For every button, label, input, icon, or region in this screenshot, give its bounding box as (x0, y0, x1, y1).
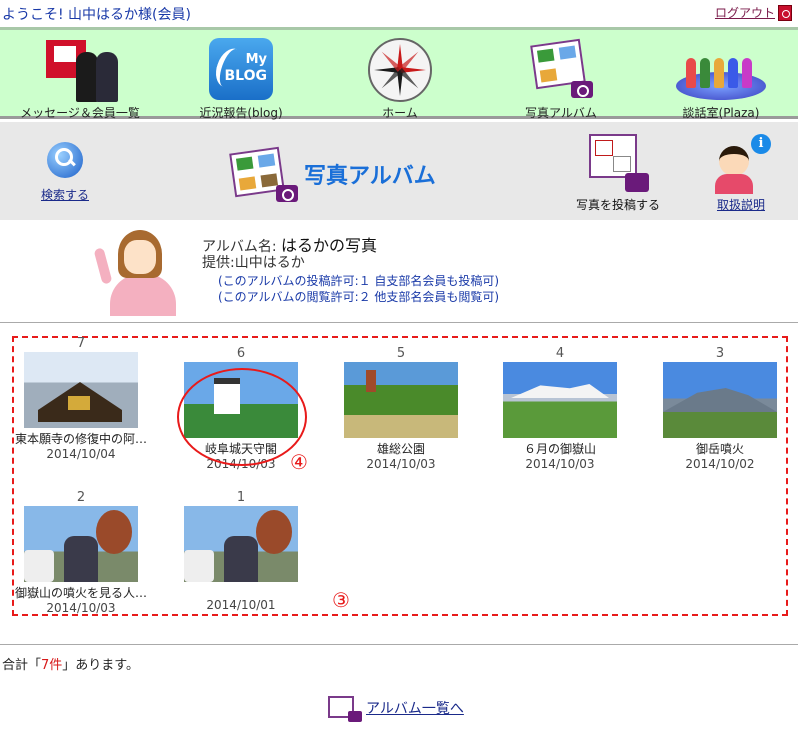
nav-label-home: ホーム (382, 106, 418, 120)
photo-item-5[interactable]: 5 雄総公園 2014/10/03 (326, 346, 476, 471)
album-toolbar: 検索する 写真アルバム 写真を投稿する i 取扱説明 (0, 122, 798, 220)
photo-date: 2014/10/03 (46, 601, 116, 615)
help-guide-icon: i (711, 134, 771, 194)
view-permission: (このアルバムの閲覧許可:２ 他支部名会員も閲覧可) (218, 290, 500, 304)
album-provider: 提供:山中はるか (202, 255, 305, 271)
annotation-mark-3: ③ (332, 588, 350, 612)
photo-date: 2014/10/02 (685, 457, 755, 471)
nav-label-plaza: 談話室(Plaza) (682, 106, 760, 120)
divider (0, 644, 798, 645)
total-suffix: 」あります。 (62, 658, 139, 673)
nav-item-messages[interactable]: メッセージ＆会員一覧 (5, 30, 155, 120)
album-list-label: アルバム一覧へ (366, 701, 464, 717)
photo-caption: 御嶽山の噴火を見る人… (14, 586, 147, 600)
search-button[interactable]: 検索する (30, 142, 100, 203)
welcome-message: ようこそ! 山中はるか様(会員) (2, 7, 191, 23)
photo-number: 3 (715, 346, 725, 361)
photo-item-2[interactable]: 2 御嶽山の噴火を見る人… 2014/10/03 (6, 490, 156, 615)
search-icon (47, 142, 83, 178)
logout-link[interactable]: ログアウト (715, 4, 792, 21)
photo-number: 4 (555, 346, 565, 361)
nav-item-photo-album[interactable]: 写真アルバム (486, 30, 636, 120)
info-icon: i (751, 134, 771, 154)
photo-number: 1 (236, 490, 246, 505)
photo-date: 2014/10/03 (366, 457, 436, 471)
blog-icon-line2: BLOG (224, 68, 268, 84)
guide-woman-icon (93, 226, 186, 316)
photo-number: 5 (396, 346, 406, 361)
photo-caption: 東本願寺の修復中の阿… (14, 432, 147, 446)
page-title: 写真アルバム (304, 164, 436, 189)
photo-number: 7 (76, 336, 86, 351)
photo-caption: 御岳噴火 (695, 442, 744, 456)
photo-date: 2014/10/04 (46, 447, 116, 461)
annotation-mark-4: ④ (290, 450, 308, 474)
photo-album-icon (529, 38, 593, 98)
nav-label-messages: メッセージ＆会員一覧 (20, 106, 140, 120)
photo-date: 2014/10/03 (525, 457, 595, 471)
highlight-circle (177, 368, 307, 466)
total-prefix: 合計「 (2, 658, 42, 673)
photo-number: 6 (236, 346, 246, 361)
help-label: 取扱説明 (716, 198, 765, 212)
nav-label-photo-album: 写真アルバム (525, 106, 597, 120)
total-count: 合計「7件」あります。 (2, 654, 139, 673)
nav-item-blog[interactable]: My BLOG 近況報告(blog) (166, 30, 316, 120)
nav-label-blog: 近況報告(blog) (199, 106, 283, 120)
photo-thumbnail[interactable] (24, 506, 138, 582)
photo-caption (166, 584, 316, 598)
post-photo-label: 写真を投稿する (575, 198, 660, 212)
photo-caption: 雄総公園 (376, 442, 425, 456)
divider (0, 322, 798, 323)
post-photo-button[interactable]: 写真を投稿する (572, 130, 664, 213)
photo-item-1[interactable]: 1 2014/10/01 (166, 490, 316, 612)
photo-thumbnail[interactable] (503, 362, 617, 438)
photo-caption: ６月の御嶽山 (523, 442, 596, 456)
blog-icon-line1: My (245, 52, 267, 67)
post-photo-icon (585, 130, 651, 192)
logout-icon (778, 4, 792, 21)
photo-album-title-icon (228, 146, 298, 202)
plaza-icon (676, 38, 766, 100)
photo-number: 2 (76, 490, 86, 505)
post-permission: (このアルバムの投稿許可:１ 自支部名会員も投稿可) (218, 274, 500, 288)
album-list-link[interactable]: アルバム一覧へ (328, 694, 464, 722)
photo-date: 2014/10/01 (206, 598, 276, 612)
nav-item-plaza[interactable]: 談話室(Plaza) (646, 30, 796, 120)
nav-item-home[interactable]: ホーム (325, 30, 475, 120)
photo-album-small-icon (328, 694, 362, 722)
compass-icon (368, 38, 432, 102)
photo-thumbnail[interactable] (24, 352, 138, 428)
photo-thumbnail[interactable] (344, 362, 458, 438)
help-button[interactable]: i 取扱説明 (706, 134, 776, 213)
main-nav: メッセージ＆会員一覧 My BLOG 近況報告(blog) ホーム 写真アルバム… (0, 27, 798, 120)
blog-icon: My BLOG (209, 38, 273, 100)
photo-item-3[interactable]: 3 御岳噴火 2014/10/02 (645, 346, 795, 471)
photo-item-4[interactable]: 4 ６月の御嶽山 2014/10/03 (485, 346, 635, 471)
logout-label: ログアウト (714, 6, 775, 20)
photo-item-7[interactable]: 7 東本願寺の修復中の阿… 2014/10/04 (6, 336, 156, 461)
message-members-icon (40, 38, 120, 102)
photo-thumbnail[interactable] (184, 506, 298, 582)
photo-thumbnail[interactable] (663, 362, 777, 438)
search-label: 検索する (40, 188, 89, 202)
total-count-value: 7件 (41, 658, 63, 673)
